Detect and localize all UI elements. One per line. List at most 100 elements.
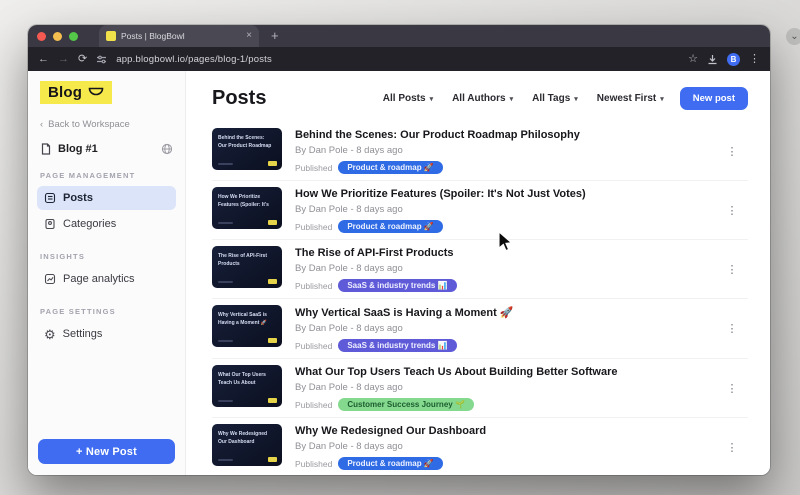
post-list: Behind the Scenes: Our Product Roadmap P… xyxy=(212,122,748,475)
post-row[interactable]: The Rise of API-First Products The Rise … xyxy=(212,240,748,299)
tab-title: Posts | BlogBowl xyxy=(121,31,185,41)
status-label: Published xyxy=(295,458,333,469)
filter-all-tags[interactable]: All Tags ▾ xyxy=(532,93,578,104)
post-menu-icon[interactable]: ⋮ xyxy=(726,263,738,276)
post-row[interactable]: Why Vertical SaaS is Having a Moment 🚀 W… xyxy=(212,299,748,359)
post-summary: How We Prioritize Features (Spoiler: It'… xyxy=(295,187,714,233)
close-tab-icon[interactable]: × xyxy=(246,31,252,41)
bookmark-star-icon[interactable]: ☆ xyxy=(688,53,698,65)
caret-down-icon: ▾ xyxy=(660,95,664,103)
sidebar-item-label: Page analytics xyxy=(63,273,135,285)
reload-icon[interactable]: ⟳ xyxy=(78,53,87,65)
page-icon xyxy=(40,143,52,155)
sidebar-item-categories[interactable]: Categories xyxy=(37,212,176,236)
browser-toolbar: ← → ⟳ app.blogbowl.io/pages/blog-1/posts… xyxy=(28,47,770,71)
post-row[interactable]: Behind the Scenes: Our Product Roadmap P… xyxy=(212,122,748,181)
globe-icon[interactable] xyxy=(161,143,173,155)
post-title[interactable]: How We Prioritize Features (Spoiler: It'… xyxy=(295,188,714,200)
post-thumbnail[interactable]: Why We Redesigned Our Dashboard xyxy=(212,424,282,466)
post-byline: By Dan Pole - 8 days ago xyxy=(295,145,403,156)
thumbnail-logo-mark xyxy=(268,279,277,284)
back-to-workspace-link[interactable]: ‹ Back to Workspace xyxy=(40,119,173,130)
post-status-row: Published Product & roadmap 🚀 xyxy=(295,220,714,233)
site-settings-icon[interactable] xyxy=(96,54,107,65)
tag-badge[interactable]: Product & roadmap 🚀 xyxy=(338,161,443,174)
post-menu-icon[interactable]: ⋮ xyxy=(726,204,738,217)
thumbnail-caption-bar xyxy=(218,163,233,165)
sidebar-item-posts[interactable]: Posts xyxy=(37,186,176,210)
thumbnail-title-text: Why We Redesigned Our Dashboard xyxy=(218,431,268,446)
blogbowl-app: Blog ‹ Back to Workspace Blog #1 PAGE MA… xyxy=(28,71,770,475)
post-title[interactable]: The Rise of API-First Products xyxy=(295,247,714,259)
post-thumbnail[interactable]: The Rise of API-First Products xyxy=(212,246,282,288)
post-row[interactable]: How We Prioritize Features (Spoiler: It'… xyxy=(212,181,748,240)
blogbowl-favicon xyxy=(106,31,116,41)
browser-tab-posts[interactable]: Posts | BlogBowl × xyxy=(99,25,259,47)
thumbnail-title-text: How We Prioritize Features (Spoiler: It'… xyxy=(218,194,269,209)
tag-badge[interactable]: Product & roadmap 🚀 xyxy=(338,220,443,233)
status-label: Published xyxy=(295,221,333,232)
post-row[interactable]: Why We Redesigned Our Dashboard Why We R… xyxy=(212,418,748,475)
sort-newest-first[interactable]: Newest First ▾ xyxy=(597,93,664,104)
section-label-page-management: PAGE MANAGEMENT xyxy=(40,171,136,180)
post-row[interactable]: What Our Top Users Teach Us About Buildi… xyxy=(212,359,748,418)
window-controls xyxy=(28,25,87,47)
thumbnail-caption-bar xyxy=(218,400,233,402)
forward-icon[interactable]: → xyxy=(58,53,69,65)
logo-text: Blog xyxy=(48,84,83,101)
sidebar-new-post-button[interactable]: + New Post xyxy=(38,439,175,464)
page-header: Posts All Posts ▾ All Authors ▾ All Tags… xyxy=(212,87,748,110)
sidebar-item-settings[interactable]: ⚙ Settings xyxy=(37,322,176,346)
thumbnail-title-text: Behind the Scenes: Our Product Roadmap P… xyxy=(218,135,272,150)
post-byline: By Dan Pole - 8 days ago xyxy=(295,204,403,215)
post-menu-icon[interactable]: ⋮ xyxy=(726,322,738,335)
download-icon[interactable] xyxy=(707,54,718,65)
post-title[interactable]: What Our Top Users Teach Us About Buildi… xyxy=(295,366,714,378)
post-byline: By Dan Pole - 8 days ago xyxy=(295,382,403,393)
thumbnail-logo-mark xyxy=(268,338,277,343)
thumbnail-title-text: What Our Top Users Teach Us About Buildi… xyxy=(218,372,266,387)
post-title[interactable]: Why We Redesigned Our Dashboard xyxy=(295,425,714,437)
minimize-window-button[interactable] xyxy=(53,31,62,41)
section-label-page-settings: PAGE SETTINGS xyxy=(40,307,116,316)
status-label: Published xyxy=(295,162,333,173)
workspace-name: Blog #1 xyxy=(58,143,98,155)
post-thumbnail[interactable]: Behind the Scenes: Our Product Roadmap P… xyxy=(212,128,282,170)
tag-badge[interactable]: SaaS & industry trends 📊 xyxy=(338,339,457,352)
profile-avatar[interactable]: B xyxy=(727,52,740,66)
caret-down-icon: ▾ xyxy=(574,95,578,103)
sidebar-item-label: Categories xyxy=(63,218,117,230)
back-icon[interactable]: ← xyxy=(38,53,49,65)
post-byline: By Dan Pole - 8 days ago xyxy=(295,441,403,452)
post-menu-icon[interactable]: ⋮ xyxy=(726,382,738,395)
post-thumbnail[interactable]: Why Vertical SaaS is Having a Moment 🚀 xyxy=(212,305,282,347)
new-post-button[interactable]: New post xyxy=(679,87,748,110)
zoom-window-button[interactable] xyxy=(69,31,78,41)
new-tab-button[interactable]: + xyxy=(271,25,279,47)
close-window-button[interactable] xyxy=(37,31,46,41)
post-status-row: Published Customer Success Journey 🌱 xyxy=(295,398,714,411)
address-bar[interactable]: app.blogbowl.io/pages/blog-1/posts xyxy=(116,54,679,65)
chevron-left-icon: ‹ xyxy=(40,119,44,130)
post-summary: The Rise of API-First Products By Dan Po… xyxy=(295,246,714,292)
post-thumbnail[interactable]: What Our Top Users Teach Us About Buildi… xyxy=(212,365,282,407)
status-label: Published xyxy=(295,399,333,410)
browser-menu-icon[interactable]: ⋮ xyxy=(749,53,760,65)
tag-badge[interactable]: Customer Success Journey 🌱 xyxy=(338,398,474,411)
thumbnail-logo-mark xyxy=(268,220,277,225)
filter-all-authors[interactable]: All Authors ▾ xyxy=(452,93,513,104)
filter-all-posts[interactable]: All Posts ▾ xyxy=(383,93,433,104)
status-label: Published xyxy=(295,280,333,291)
post-summary: Why We Redesigned Our Dashboard By Dan P… xyxy=(295,424,714,470)
post-menu-icon[interactable]: ⋮ xyxy=(726,441,738,454)
chevron-down-icon[interactable]: ⌄ xyxy=(786,28,800,45)
blog-logo[interactable]: Blog xyxy=(40,81,113,104)
workspace-selector[interactable]: Blog #1 xyxy=(40,143,173,155)
sidebar-item-page-analytics[interactable]: Page analytics xyxy=(37,267,176,291)
post-menu-icon[interactable]: ⋮ xyxy=(726,145,738,158)
post-thumbnail[interactable]: How We Prioritize Features (Spoiler: It'… xyxy=(212,187,282,229)
tag-badge[interactable]: SaaS & industry trends 📊 xyxy=(338,279,457,292)
post-title[interactable]: Why Vertical SaaS is Having a Moment 🚀 xyxy=(295,306,714,319)
post-title[interactable]: Behind the Scenes: Our Product Roadmap P… xyxy=(295,129,714,141)
tag-badge[interactable]: Product & roadmap 🚀 xyxy=(338,457,443,470)
